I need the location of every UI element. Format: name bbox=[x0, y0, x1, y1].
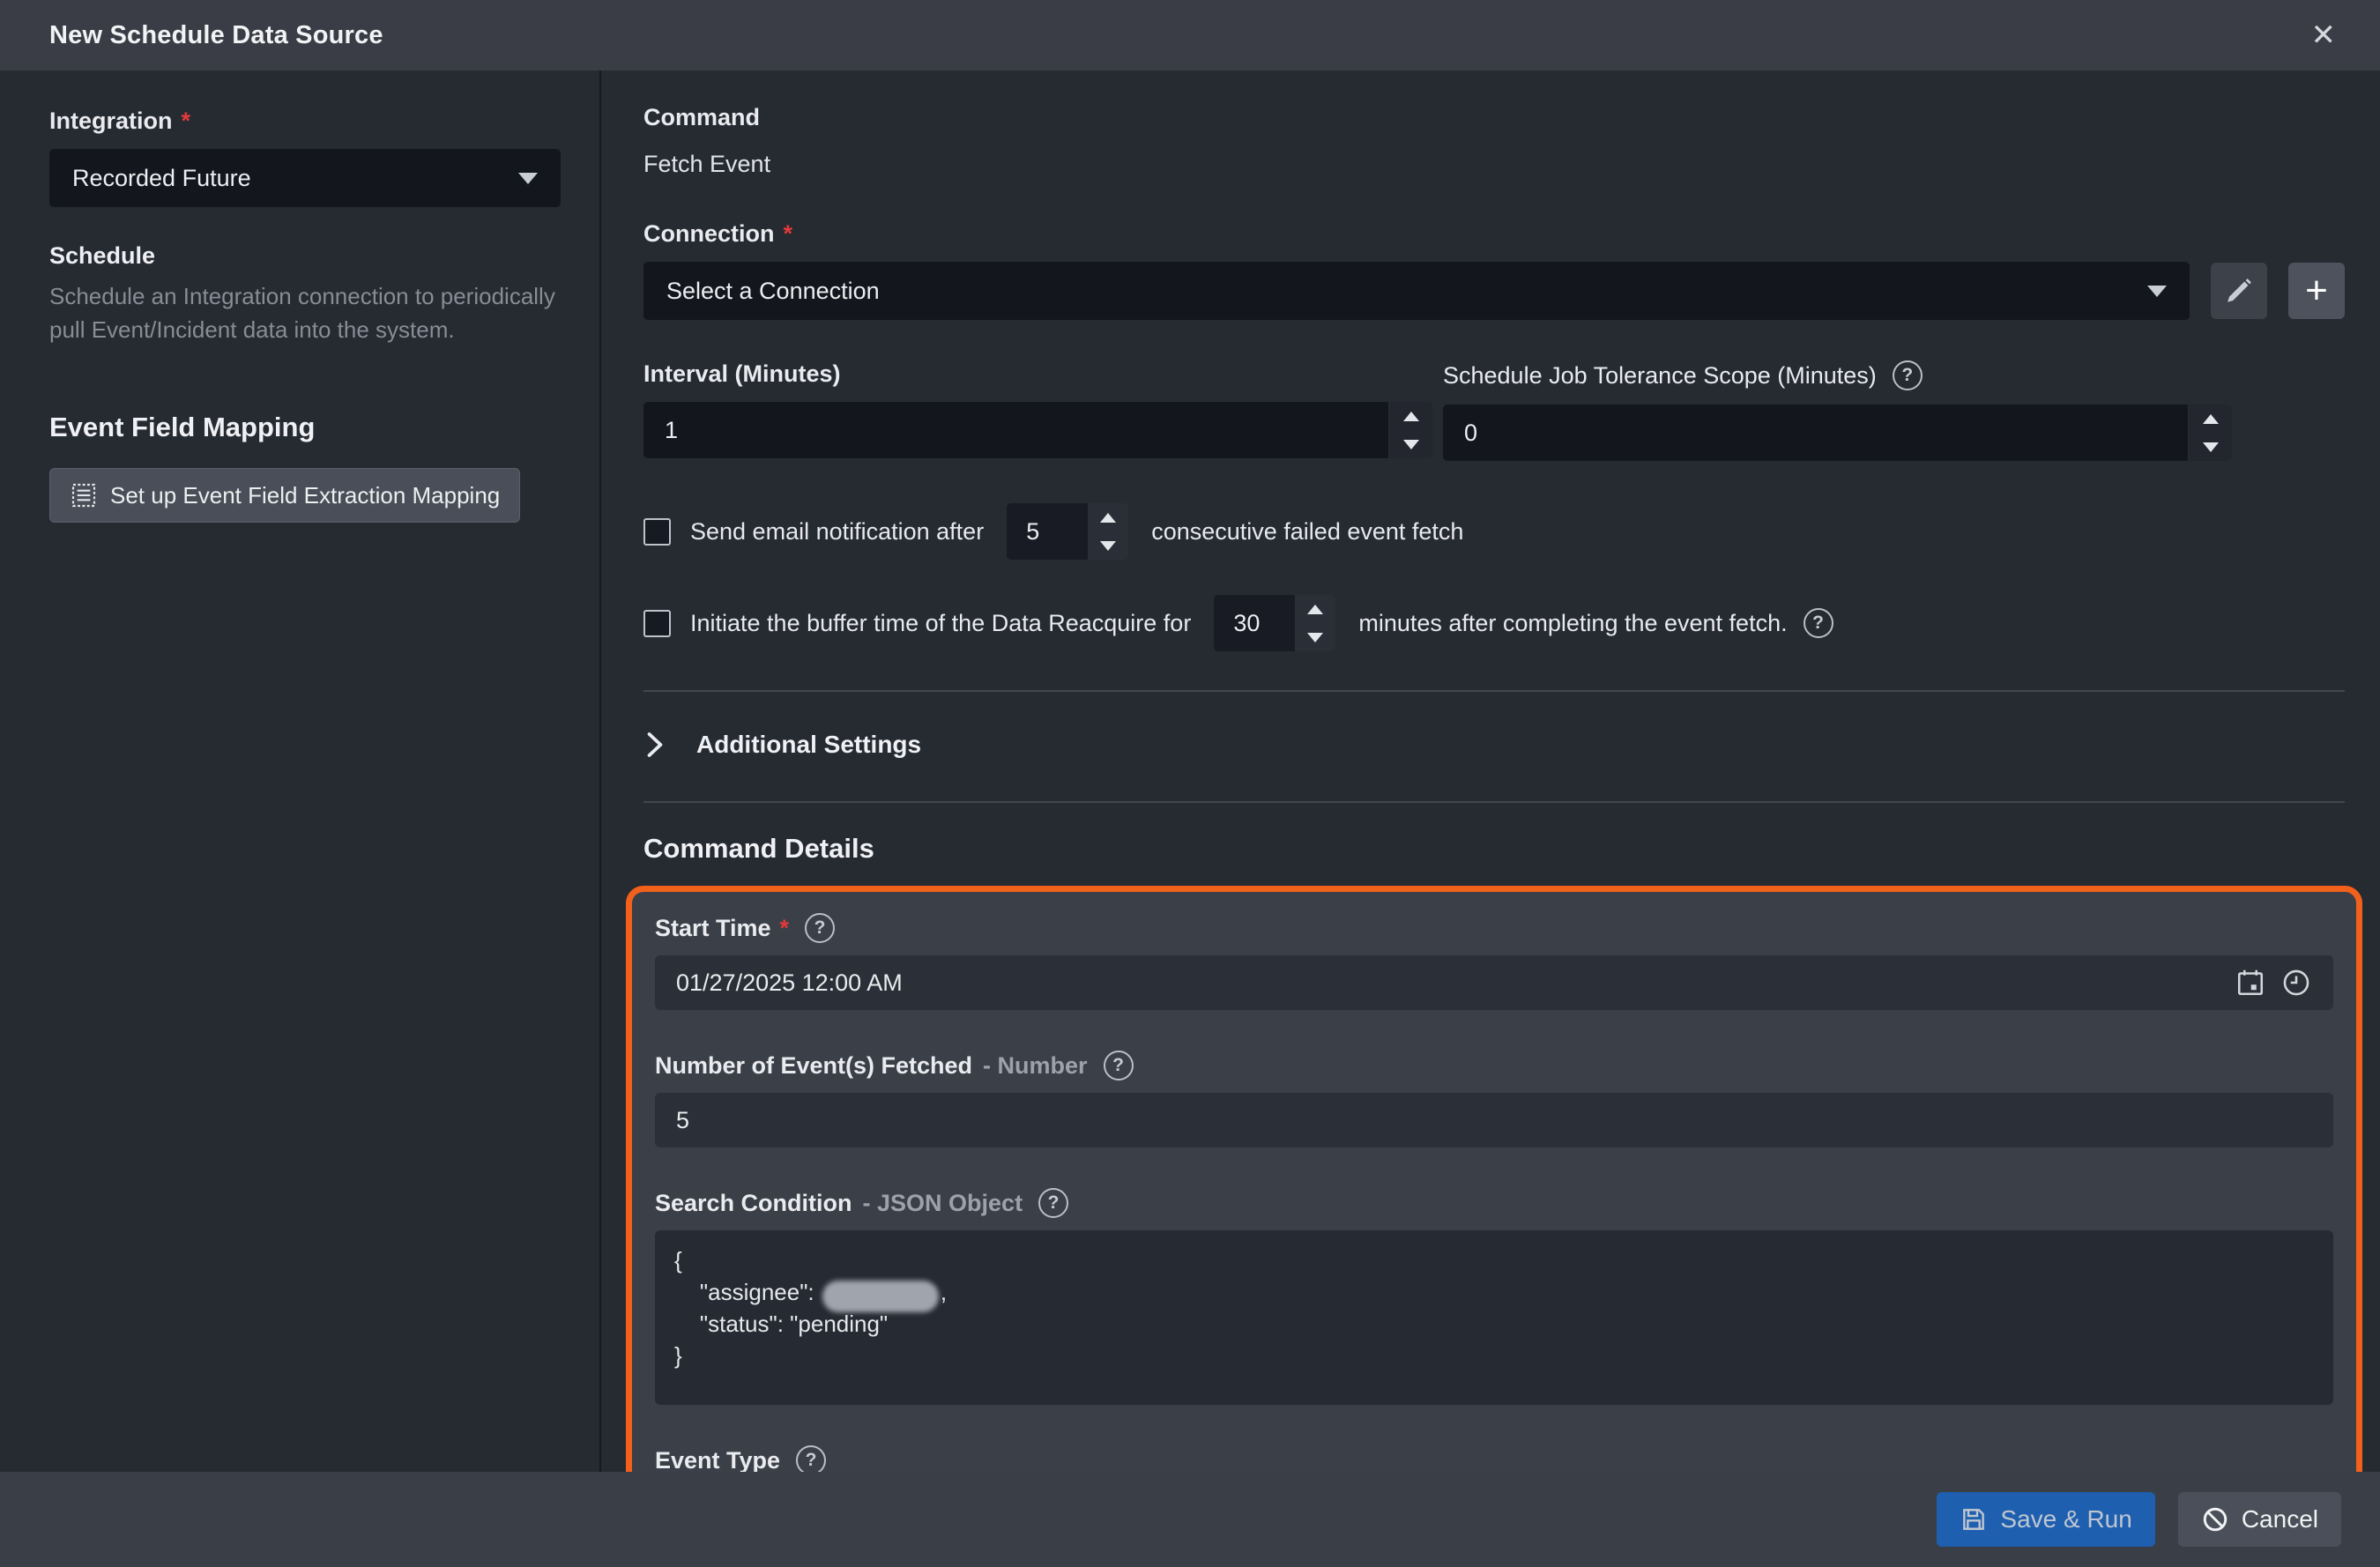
calendar-icon[interactable] bbox=[2235, 967, 2266, 999]
help-icon[interactable]: ? bbox=[805, 913, 835, 943]
command-label: Command bbox=[643, 104, 2345, 131]
cancel-label: Cancel bbox=[2242, 1505, 2318, 1534]
schedule-description: Schedule an Integration connection to pe… bbox=[49, 280, 556, 346]
email-notification-checkbox[interactable] bbox=[643, 518, 671, 546]
command-details-box: Start Time * ? 01/27/2025 12:00 AM bbox=[626, 886, 2362, 1567]
tolerance-spinner bbox=[2190, 405, 2232, 461]
connection-row: Select a Connection + bbox=[643, 262, 2345, 320]
additional-settings-label: Additional Settings bbox=[696, 731, 921, 759]
spinner-down-icon[interactable] bbox=[1088, 531, 1128, 560]
command-details-heading: Command Details bbox=[643, 833, 2345, 865]
help-icon[interactable]: ? bbox=[1104, 1051, 1134, 1081]
close-icon[interactable]: ✕ bbox=[2311, 20, 2337, 50]
events-fetched-label: Number of Event(s) Fetched - Number ? bbox=[655, 1051, 2333, 1081]
required-asterisk: * bbox=[182, 108, 191, 135]
spinner-up-icon[interactable] bbox=[1390, 402, 1432, 430]
main-panel: Command Fetch Event Connection * Select … bbox=[601, 71, 2380, 1472]
dialog-body: Integration * Recorded Future Schedule S… bbox=[0, 71, 2380, 1472]
save-and-run-label: Save & Run bbox=[2000, 1505, 2131, 1534]
tolerance-label: Schedule Job Tolerance Scope (Minutes) ? bbox=[1443, 360, 2232, 390]
interval-spinner bbox=[1390, 402, 1432, 458]
redacted-value bbox=[822, 1281, 939, 1312]
sidebar: Integration * Recorded Future Schedule S… bbox=[0, 71, 601, 1472]
interval-label: Interval (Minutes) bbox=[643, 360, 1432, 388]
buffer-minutes-input[interactable]: 30 bbox=[1214, 595, 1295, 651]
additional-settings-toggle[interactable]: Additional Settings bbox=[643, 718, 2345, 771]
buffer-time-label-after: minutes after completing the event fetch… bbox=[1358, 610, 1787, 637]
dialog-header: New Schedule Data Source ✕ bbox=[0, 0, 2380, 71]
chevron-down-icon bbox=[2147, 286, 2167, 297]
event-field-mapping-heading: Event Field Mapping bbox=[49, 412, 561, 443]
divider bbox=[643, 801, 2345, 803]
help-icon[interactable]: ? bbox=[1893, 360, 1923, 390]
failed-fetch-count-group: 5 bbox=[1007, 503, 1128, 560]
mapping-button-label: Set up Event Field Extraction Mapping bbox=[110, 482, 500, 509]
tolerance-column: Schedule Job Tolerance Scope (Minutes) ?… bbox=[1443, 360, 2232, 461]
chevron-down-icon bbox=[518, 173, 538, 184]
spinner-up-icon[interactable] bbox=[1295, 595, 1335, 623]
start-time-input[interactable]: 01/27/2025 12:00 AM bbox=[655, 955, 2333, 1010]
required-asterisk: * bbox=[780, 915, 790, 942]
clock-icon[interactable] bbox=[2280, 967, 2312, 999]
help-icon[interactable]: ? bbox=[796, 1445, 826, 1475]
email-notification-label-after: consecutive failed event fetch bbox=[1151, 518, 1463, 546]
help-icon[interactable]: ? bbox=[1804, 608, 1833, 638]
dialog-footer: Save & Run Cancel bbox=[0, 1472, 2380, 1567]
setup-event-field-extraction-mapping-button[interactable]: Set up Event Field Extraction Mapping bbox=[49, 468, 520, 523]
mapping-grid-icon bbox=[70, 481, 98, 509]
edit-connection-button[interactable] bbox=[2211, 263, 2267, 319]
buffer-time-row: Initiate the buffer time of the Data Rea… bbox=[643, 595, 2345, 651]
interval-input-group: 1 bbox=[643, 402, 1432, 458]
buffer-minutes-group: 30 bbox=[1214, 595, 1335, 651]
search-condition-label: Search Condition - JSON Object ? bbox=[655, 1188, 2333, 1218]
buffer-time-checkbox[interactable] bbox=[643, 610, 671, 637]
search-condition-textarea[interactable]: { "assignee": , "status": "pending" } bbox=[655, 1230, 2333, 1405]
cancel-ban-icon bbox=[2201, 1505, 2229, 1534]
failed-fetch-count-input[interactable]: 5 bbox=[1007, 503, 1088, 560]
events-fetched-input[interactable]: 5 bbox=[655, 1093, 2333, 1147]
required-asterisk: * bbox=[784, 220, 793, 248]
events-fetched-value: 5 bbox=[676, 1107, 2312, 1134]
buffer-time-label-before: Initiate the buffer time of the Data Rea… bbox=[690, 610, 1191, 637]
failed-fetch-count-spinner bbox=[1088, 503, 1128, 560]
add-connection-button[interactable]: + bbox=[2288, 263, 2345, 319]
start-time-label: Start Time * ? bbox=[655, 913, 2333, 943]
pencil-icon bbox=[2224, 276, 2254, 306]
connection-select[interactable]: Select a Connection bbox=[643, 262, 2190, 320]
tolerance-input[interactable]: 0 bbox=[1443, 405, 2188, 461]
plus-icon: + bbox=[2305, 271, 2328, 310]
schedule-heading: Schedule bbox=[49, 242, 561, 270]
save-and-run-button[interactable]: Save & Run bbox=[1937, 1492, 2154, 1547]
field-type-suffix: - JSON Object bbox=[863, 1190, 1023, 1217]
event-type-label: Event Type ? bbox=[655, 1445, 2333, 1475]
command-value: Fetch Event bbox=[643, 151, 2345, 178]
integration-select-value: Recorded Future bbox=[72, 165, 518, 192]
divider bbox=[643, 690, 2345, 692]
connection-select-placeholder: Select a Connection bbox=[666, 278, 2147, 305]
start-time-value: 01/27/2025 12:00 AM bbox=[676, 969, 2235, 997]
interval-input[interactable]: 1 bbox=[643, 402, 1388, 458]
integration-label: Integration * bbox=[49, 108, 561, 135]
dialog-title: New Schedule Data Source bbox=[49, 21, 383, 50]
interval-tolerance-row: Interval (Minutes) 1 Schedule Job Tolera… bbox=[643, 360, 2345, 461]
spinner-down-icon[interactable] bbox=[1295, 623, 1335, 651]
spinner-up-icon[interactable] bbox=[1088, 503, 1128, 531]
buffer-minutes-spinner bbox=[1295, 595, 1335, 651]
tolerance-input-group: 0 bbox=[1443, 405, 2232, 461]
save-icon bbox=[1960, 1505, 1988, 1534]
spinner-down-icon[interactable] bbox=[2190, 433, 2232, 461]
integration-select[interactable]: Recorded Future bbox=[49, 149, 561, 207]
spinner-down-icon[interactable] bbox=[1390, 430, 1432, 458]
connection-label: Connection * bbox=[643, 220, 2345, 248]
email-notification-label-before: Send email notification after bbox=[690, 518, 984, 546]
chevron-right-icon bbox=[643, 731, 666, 759]
field-type-suffix: - Number bbox=[983, 1052, 1088, 1080]
cancel-button[interactable]: Cancel bbox=[2178, 1492, 2341, 1547]
help-icon[interactable]: ? bbox=[1038, 1188, 1068, 1218]
spinner-up-icon[interactable] bbox=[2190, 405, 2232, 433]
email-notification-row: Send email notification after 5 consecut… bbox=[643, 503, 2345, 560]
new-schedule-data-source-dialog: New Schedule Data Source ✕ Integration *… bbox=[0, 0, 2380, 1567]
interval-column: Interval (Minutes) 1 bbox=[643, 360, 1432, 461]
